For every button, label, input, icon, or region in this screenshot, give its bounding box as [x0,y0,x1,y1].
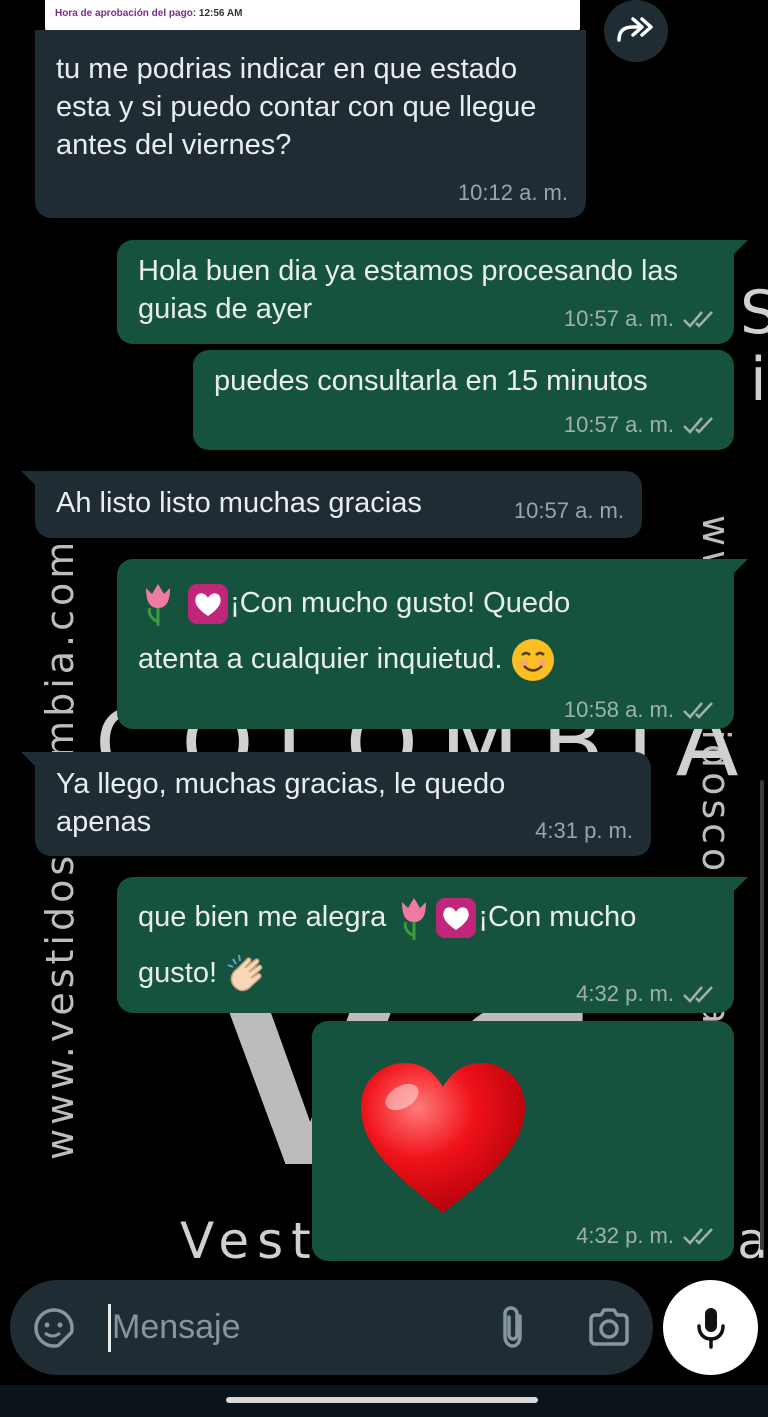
message-line: que bien me alegra ¡Con mucho [138,889,714,945]
heart-box-icon [188,584,229,625]
message-text: atenta a cualquier inquietud. [138,643,503,675]
message-line: ¡Con mucho gusto! Quedo [138,575,714,631]
red-heart-icon [361,1063,525,1213]
message-time: 10:57 a. m. [563,306,674,331]
message-time: 10:58 a. m. [563,697,674,722]
message-meta: 4:32 p. m. [576,1217,716,1255]
tulip-icon [146,584,170,627]
message-outgoing[interactable]: puedes consultarla en 15 minutos 10:57 a… [193,350,734,450]
message-outgoing[interactable]: Hola buen dia ya estamos procesando las … [117,240,748,344]
camera-icon[interactable] [587,1307,631,1347]
clapping-hands-icon [227,955,263,992]
double-check-icon [683,702,713,719]
message-line: atenta a cualquier inquietud. [138,631,714,687]
double-check-icon [683,986,713,1003]
message-text: tu me podrias indicar en que estado esta… [56,53,537,161]
message-incoming[interactable]: tu me podrias indicar en que estado esta… [35,30,586,218]
message-meta: 10:57 a. m. [514,492,624,530]
message-text: que bien me alegra [138,901,387,933]
message-text: gusto! [138,957,217,989]
message-meta: 4:31 p. m. [535,812,633,850]
quoted-label: Hora de aprobación del pago: [55,8,197,19]
message-outgoing[interactable]: que bien me alegra ¡Con mucho gusto! 4:3… [117,877,748,1013]
forward-icon [617,17,653,42]
scrollbar[interactable] [760,780,764,1250]
quoted-time: 12:56 AM [198,8,243,19]
mic-icon [696,1307,725,1349]
message-time: 4:31 p. m. [535,818,633,843]
message-meta: 10:57 a. m. [564,300,716,338]
forward-button[interactable] [604,0,668,62]
text-caret [108,1304,111,1352]
message-time: 10:57 a. m. [513,498,624,523]
message-composer[interactable]: Mensaje [10,1280,653,1375]
double-check-icon [683,311,713,328]
message-time: 4:32 p. m. [576,1223,674,1248]
heart-box-icon [436,898,477,939]
message-meta: 10:57 a. m. [564,406,716,444]
message-meta: 10:12 a. m. [458,174,568,212]
message-time: 4:32 p. m. [576,981,674,1006]
message-time: 10:12 a. m. [457,180,568,205]
message-meta: 4:32 p. m. [576,981,716,1007]
home-indicator[interactable] [226,1397,538,1403]
double-check-icon [683,417,713,434]
message-incoming[interactable]: Ah listo listo muchas gracias 10:57 a. m… [21,471,642,538]
message-text: puedes consultarla en 15 minutos [214,365,648,397]
message-text: ¡Con mucho [478,901,637,933]
message-time: 10:57 a. m. [563,412,674,437]
message-outgoing[interactable]: ¡Con mucho gusto! Quedo atenta a cualqui… [117,559,748,729]
tulip-icon [402,898,427,941]
double-check-icon [683,1228,713,1245]
sticker-icon[interactable] [32,1306,76,1350]
smiling-face-icon [512,639,555,682]
message-text: ¡Con mucho gusto! Quedo [230,587,571,619]
wallpaper-fragment: ia [750,345,768,415]
message-incoming[interactable]: Ya llego, muchas gracias, le quedo apena… [21,752,651,856]
message-text: Ya llego, muchas gracias, le quedo apena… [56,768,506,838]
paperclip-icon[interactable] [498,1304,528,1350]
voice-record-button[interactable] [663,1280,758,1375]
message-input[interactable]: Mensaje [112,1308,241,1347]
message-meta: 10:58 a. m. [564,697,716,723]
wallpaper-fragment: S [740,278,768,348]
message-outgoing-emoji[interactable]: 4:32 p. m. [312,1021,734,1261]
